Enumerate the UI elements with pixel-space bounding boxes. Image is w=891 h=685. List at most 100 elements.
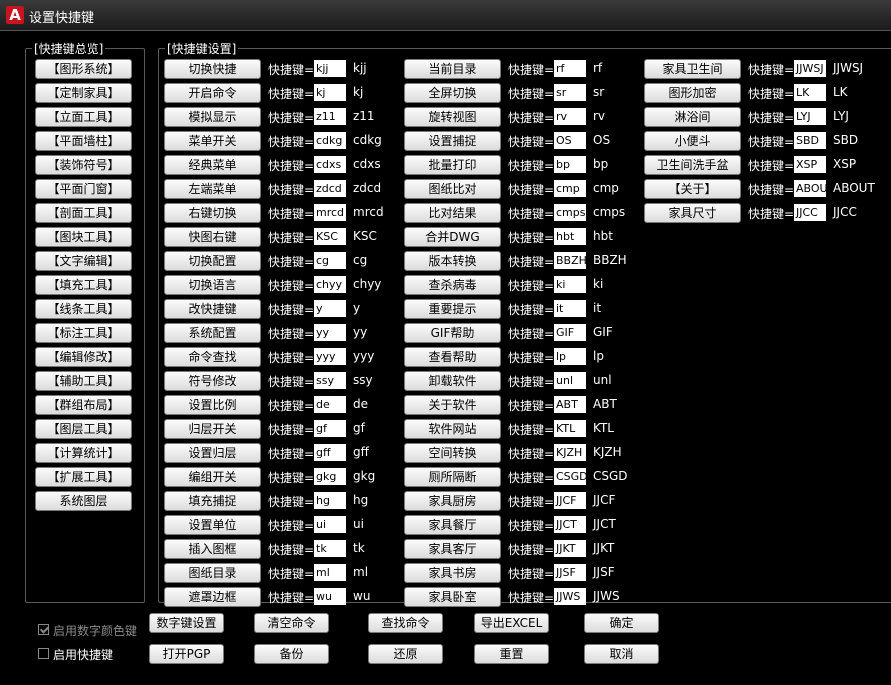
shortcut-input[interactable]: sr bbox=[554, 84, 586, 101]
shortcut-input[interactable]: JJCF bbox=[554, 492, 586, 509]
shortcut-input[interactable]: bp bbox=[554, 156, 586, 173]
export-excel-button[interactable]: 导出EXCEL bbox=[474, 613, 549, 633]
overview-button[interactable]: 【线条工具】 bbox=[35, 299, 132, 319]
command-button[interactable]: 家具餐厅 bbox=[404, 515, 501, 535]
shortcut-input[interactable]: wu bbox=[314, 588, 346, 605]
overview-button[interactable]: 【图块工具】 bbox=[35, 227, 132, 247]
shortcut-input[interactable]: y bbox=[314, 300, 346, 317]
command-button[interactable]: 插入图框 bbox=[164, 539, 261, 559]
command-button[interactable]: GIF帮助 bbox=[404, 323, 501, 343]
shortcut-input[interactable]: tk bbox=[314, 540, 346, 557]
shortcut-input[interactable]: rf bbox=[554, 60, 586, 77]
command-button[interactable]: 批量打印 bbox=[404, 155, 501, 175]
command-button[interactable]: 符号修改 bbox=[164, 371, 261, 391]
overview-button[interactable]: 【图形系统】 bbox=[35, 59, 132, 79]
command-button[interactable]: 旋转视图 bbox=[404, 107, 501, 127]
find-command-button[interactable]: 查找命令 bbox=[368, 613, 443, 633]
overview-button[interactable]: 【填充工具】 bbox=[35, 275, 132, 295]
clear-command-button[interactable]: 清空命令 bbox=[254, 613, 329, 633]
overview-button[interactable]: 【群组布局】 bbox=[35, 395, 132, 415]
overview-button[interactable]: 【标注工具】 bbox=[35, 323, 132, 343]
command-button[interactable]: 家具客厅 bbox=[404, 539, 501, 559]
overview-button[interactable]: 系统图层 bbox=[35, 491, 132, 511]
command-button[interactable]: 经典菜单 bbox=[164, 155, 261, 175]
shortcut-input[interactable]: yy bbox=[314, 324, 346, 341]
command-button[interactable]: 图形加密 bbox=[644, 83, 741, 103]
command-button[interactable]: 命令查找 bbox=[164, 347, 261, 367]
shortcut-input[interactable]: BBZH bbox=[554, 252, 586, 269]
command-button[interactable]: 【关于】 bbox=[644, 179, 741, 199]
command-button[interactable]: 填充捕捉 bbox=[164, 491, 261, 511]
shortcut-input[interactable]: de bbox=[314, 396, 346, 413]
numeric-key-settings-button[interactable]: 数字键设置 bbox=[149, 613, 224, 633]
command-button[interactable]: 开启命令 bbox=[164, 83, 261, 103]
shortcut-input[interactable]: JJCT bbox=[554, 516, 586, 533]
overview-button[interactable]: 【图层工具】 bbox=[35, 419, 132, 439]
shortcut-input[interactable]: KSC bbox=[314, 228, 346, 245]
shortcut-input[interactable]: JJKT bbox=[554, 540, 586, 557]
shortcut-input[interactable]: ki bbox=[554, 276, 586, 293]
shortcut-input[interactable]: JJWS bbox=[554, 588, 586, 605]
shortcut-input[interactable]: yyy bbox=[314, 348, 346, 365]
overview-button[interactable]: 【计算统计】 bbox=[35, 443, 132, 463]
shortcut-input[interactable]: it bbox=[554, 300, 586, 317]
shortcut-input[interactable]: ssy bbox=[314, 372, 346, 389]
shortcut-input[interactable]: gff bbox=[314, 444, 346, 461]
ok-button[interactable]: 确定 bbox=[584, 613, 659, 633]
command-button[interactable]: 左端菜单 bbox=[164, 179, 261, 199]
shortcut-input[interactable]: z11 bbox=[314, 108, 346, 125]
overview-button[interactable]: 【平面墙柱】 bbox=[35, 131, 132, 151]
command-button[interactable]: 家具书房 bbox=[404, 563, 501, 583]
shortcut-input[interactable]: chyy bbox=[314, 276, 346, 293]
overview-button[interactable]: 【辅助工具】 bbox=[35, 371, 132, 391]
shortcut-input[interactable]: gkg bbox=[314, 468, 346, 485]
shortcut-input[interactable]: CSGD bbox=[554, 468, 586, 485]
command-button[interactable]: 设置单位 bbox=[164, 515, 261, 535]
command-button[interactable]: 全屏切换 bbox=[404, 83, 501, 103]
command-button[interactable]: 卫生间洗手盆 bbox=[644, 155, 741, 175]
command-button[interactable]: 重要提示 bbox=[404, 299, 501, 319]
shortcut-input[interactable]: LK bbox=[794, 84, 826, 101]
overview-button[interactable]: 【编辑修改】 bbox=[35, 347, 132, 367]
shortcut-input[interactable]: unl bbox=[554, 372, 586, 389]
open-pgp-button[interactable]: 打开PGP bbox=[149, 644, 224, 664]
shortcut-input[interactable]: mrcd bbox=[314, 204, 346, 221]
enable-shortcuts-checkbox[interactable] bbox=[38, 648, 49, 659]
command-button[interactable]: 当前目录 bbox=[404, 59, 501, 79]
command-button[interactable]: 关于软件 bbox=[404, 395, 501, 415]
command-button[interactable]: 淋浴间 bbox=[644, 107, 741, 127]
restore-button[interactable]: 还原 bbox=[368, 644, 443, 664]
shortcut-input[interactable]: cmps bbox=[554, 204, 586, 221]
shortcut-input[interactable]: JJCC bbox=[794, 204, 826, 221]
command-button[interactable]: 切换快捷 bbox=[164, 59, 261, 79]
shortcut-input[interactable]: ABOUT bbox=[794, 180, 826, 197]
command-button[interactable]: 查看帮助 bbox=[404, 347, 501, 367]
shortcut-input[interactable]: rv bbox=[554, 108, 586, 125]
command-button[interactable]: 版本转换 bbox=[404, 251, 501, 271]
shortcut-input[interactable]: hbt bbox=[554, 228, 586, 245]
shortcut-input[interactable]: JJWSJ bbox=[794, 60, 826, 77]
overview-button[interactable]: 【定制家具】 bbox=[35, 83, 132, 103]
command-button[interactable]: 模拟显示 bbox=[164, 107, 261, 127]
reset-button[interactable]: 重置 bbox=[474, 644, 549, 664]
command-button[interactable]: 切换配置 bbox=[164, 251, 261, 271]
command-button[interactable]: 小便斗 bbox=[644, 131, 741, 151]
command-button[interactable]: 编组开关 bbox=[164, 467, 261, 487]
shortcut-input[interactable]: kjj bbox=[314, 60, 346, 77]
overview-button[interactable]: 【立面工具】 bbox=[35, 107, 132, 127]
command-button[interactable]: 设置归层 bbox=[164, 443, 261, 463]
command-button[interactable]: 快图右键 bbox=[164, 227, 261, 247]
shortcut-input[interactable]: zdcd bbox=[314, 180, 346, 197]
backup-button[interactable]: 备份 bbox=[254, 644, 329, 664]
shortcut-input[interactable]: cmp bbox=[554, 180, 586, 197]
command-button[interactable]: 菜单开关 bbox=[164, 131, 261, 151]
title-bar[interactable]: A 设置快捷键 bbox=[0, 0, 891, 31]
shortcut-input[interactable]: LYJ bbox=[794, 108, 826, 125]
shortcut-input[interactable]: SBD bbox=[794, 132, 826, 149]
enable-numeric-color-checkbox[interactable] bbox=[38, 624, 49, 635]
overview-button[interactable]: 【装饰符号】 bbox=[35, 155, 132, 175]
command-button[interactable]: 厕所隔断 bbox=[404, 467, 501, 487]
command-button[interactable]: 家具卫生间 bbox=[644, 59, 741, 79]
shortcut-input[interactable]: cdkg bbox=[314, 132, 346, 149]
shortcut-input[interactable]: KJZH bbox=[554, 444, 586, 461]
